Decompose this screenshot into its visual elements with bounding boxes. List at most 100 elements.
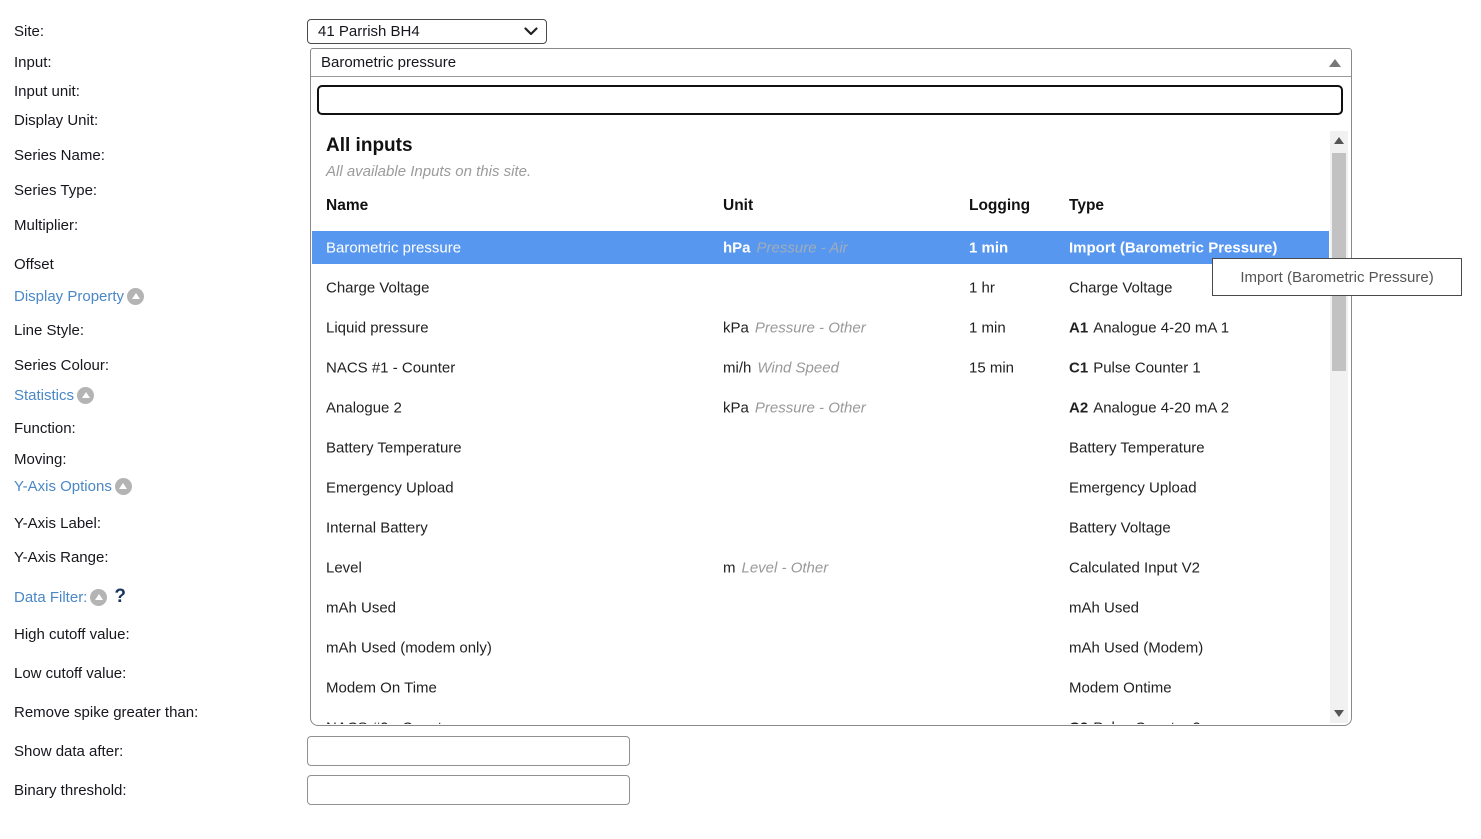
cell-logging: 1 hr <box>969 280 995 297</box>
label-function: Function: <box>14 420 76 437</box>
label-series-name: Series Name: <box>14 147 105 164</box>
unit-code: kPa <box>723 400 749 417</box>
tooltip-text: Import (Barometric Pressure) <box>1240 269 1433 286</box>
cell-unit: mi/hWind Speed <box>723 360 839 377</box>
scroll-up-icon[interactable] <box>1334 137 1344 144</box>
cell-name: NACS #2 - Counter <box>326 720 455 725</box>
label-y-axis-range-text: Y-Axis Range: <box>14 549 109 566</box>
type-prefix: C2 <box>1069 720 1088 725</box>
type-name: Charge Voltage <box>1069 280 1172 297</box>
collapse-up-icon[interactable] <box>127 288 144 305</box>
type-name: Pulse Counter 2 <box>1093 720 1201 725</box>
cell-name: Level <box>326 560 362 577</box>
up-triangle-icon <box>132 293 140 299</box>
data-filter-link[interactable]: Data Filter: ? <box>14 586 126 608</box>
type-name: Analogue 4-20 mA 1 <box>1093 320 1229 337</box>
input-row[interactable]: Level mLevel - Other Calculated Input V2 <box>312 548 1329 588</box>
label-y-axis-label-text: Y-Axis Label: <box>14 515 101 532</box>
binary-threshold-input[interactable] <box>307 775 630 805</box>
up-triangle-icon <box>95 594 103 600</box>
label-show-data-after: Show data after: <box>14 743 123 760</box>
collapse-up-icon[interactable] <box>77 387 94 404</box>
collapse-up-icon[interactable] <box>115 478 132 495</box>
display-property-link[interactable]: Display Property <box>14 288 144 305</box>
input-row[interactable]: mAh Used (modem only) mAh Used (Modem) <box>312 628 1329 668</box>
label-series-name-text: Series Name: <box>14 147 105 164</box>
input-row[interactable]: Liquid pressure kPaPressure - Other 1 mi… <box>312 308 1329 348</box>
label-site-text: Site: <box>14 23 44 40</box>
cell-unit: hPaPressure - Air <box>723 239 848 256</box>
statistics-link-text: Statistics <box>14 387 74 404</box>
display-property-link-text: Display Property <box>14 288 124 305</box>
input-row[interactable]: Charge Voltage 1 hr Charge Voltage <box>312 268 1329 308</box>
label-series-type-text: Series Type: <box>14 182 97 199</box>
type-prefix: A1 <box>1069 320 1088 337</box>
label-function-text: Function: <box>14 420 76 437</box>
input-row[interactable]: NACS #1 - Counter mi/hWind Speed 15 min … <box>312 348 1329 388</box>
label-low-cutoff: Low cutoff value: <box>14 665 126 682</box>
y-axis-options-link[interactable]: Y-Axis Options <box>14 478 132 495</box>
cell-type: Battery Voltage <box>1069 520 1171 537</box>
cell-name: Charge Voltage <box>326 280 429 297</box>
site-select[interactable]: 41 Parrish BH4 <box>307 19 547 44</box>
input-row[interactable]: Emergency Upload Emergency Upload <box>312 468 1329 508</box>
input-row[interactable]: NACS #2 - Counter C2 Pulse Counter 2 <box>312 708 1329 724</box>
up-triangle-icon <box>119 483 127 489</box>
input-row[interactable]: Analogue 2 kPaPressure - Other A2Analogu… <box>312 388 1329 428</box>
label-input-unit: Input unit: <box>14 83 80 100</box>
cell-type: C2 Pulse Counter 2 <box>1069 720 1201 725</box>
label-input-text: Input: <box>14 54 52 71</box>
type-name: Battery Temperature <box>1069 440 1205 457</box>
scroll-up-icon[interactable] <box>1329 59 1341 67</box>
cell-type: C1Pulse Counter 1 <box>1069 360 1201 377</box>
type-prefix: A2 <box>1069 400 1088 417</box>
input-combobox-value: Barometric pressure <box>321 54 456 71</box>
type-name: Battery Voltage <box>1069 520 1171 537</box>
header-unit: Unit <box>723 197 753 215</box>
input-row[interactable]: mAh Used mAh Used <box>312 588 1329 628</box>
label-series-colour: Series Colour: <box>14 357 109 374</box>
unit-category: Pressure - Other <box>755 400 866 417</box>
input-search-field[interactable] <box>317 85 1343 115</box>
help-icon[interactable]: ? <box>114 586 126 608</box>
label-show-data-after-text: Show data after: <box>14 743 123 760</box>
input-row[interactable]: Battery Temperature Battery Temperature <box>312 428 1329 468</box>
input-combobox[interactable]: Barometric pressure <box>311 49 1351 77</box>
label-line-style: Line Style: <box>14 322 84 339</box>
input-row-selected[interactable]: Barometric pressure hPaPressure - Air 1 … <box>312 231 1329 264</box>
type-name: Emergency Upload <box>1069 480 1197 497</box>
cell-type: Modem Ontime <box>1069 680 1172 697</box>
header-logging: Logging <box>969 197 1030 215</box>
cell-name: mAh Used <box>326 600 396 617</box>
label-multiplier: Multiplier: <box>14 217 78 234</box>
inputs-table-header: Name Unit Logging Type <box>312 197 1330 217</box>
scrollbar-track[interactable] <box>1330 131 1348 723</box>
input-dropdown-panel: Barometric pressure All inputs All avail… <box>310 48 1352 726</box>
cell-type: Charge Voltage <box>1069 280 1172 297</box>
tooltip: Import (Barometric Pressure) <box>1212 258 1462 296</box>
input-row[interactable]: Internal Battery Battery Voltage <box>312 508 1329 548</box>
cell-name: Liquid pressure <box>326 320 429 337</box>
show-data-after-input[interactable] <box>307 736 630 766</box>
unit-category: Level - Other <box>742 560 829 577</box>
label-high-cutoff: High cutoff value: <box>14 626 130 643</box>
label-series-type: Series Type: <box>14 182 97 199</box>
unit-code: mi/h <box>723 360 751 377</box>
unit-category: Pressure - Air <box>757 239 848 256</box>
collapse-up-icon[interactable] <box>90 589 107 606</box>
input-row[interactable]: Modem On Time Modem Ontime <box>312 668 1329 708</box>
statistics-link[interactable]: Statistics <box>14 387 94 404</box>
label-input-unit-text: Input unit: <box>14 83 80 100</box>
label-offset: Offset <box>14 256 54 273</box>
cell-logging: 1 min <box>969 239 1008 256</box>
cell-type: Battery Temperature <box>1069 440 1205 457</box>
cell-type: mAh Used <box>1069 600 1139 617</box>
label-site: Site: <box>14 23 44 40</box>
scroll-down-icon[interactable] <box>1334 710 1344 717</box>
header-type: Type <box>1069 197 1104 215</box>
cell-name: Barometric pressure <box>326 239 461 256</box>
cell-type: A2Analogue 4-20 mA 2 <box>1069 400 1229 417</box>
label-y-axis-label: Y-Axis Label: <box>14 515 101 532</box>
cell-name: Internal Battery <box>326 520 428 537</box>
label-high-cutoff-text: High cutoff value: <box>14 626 130 643</box>
